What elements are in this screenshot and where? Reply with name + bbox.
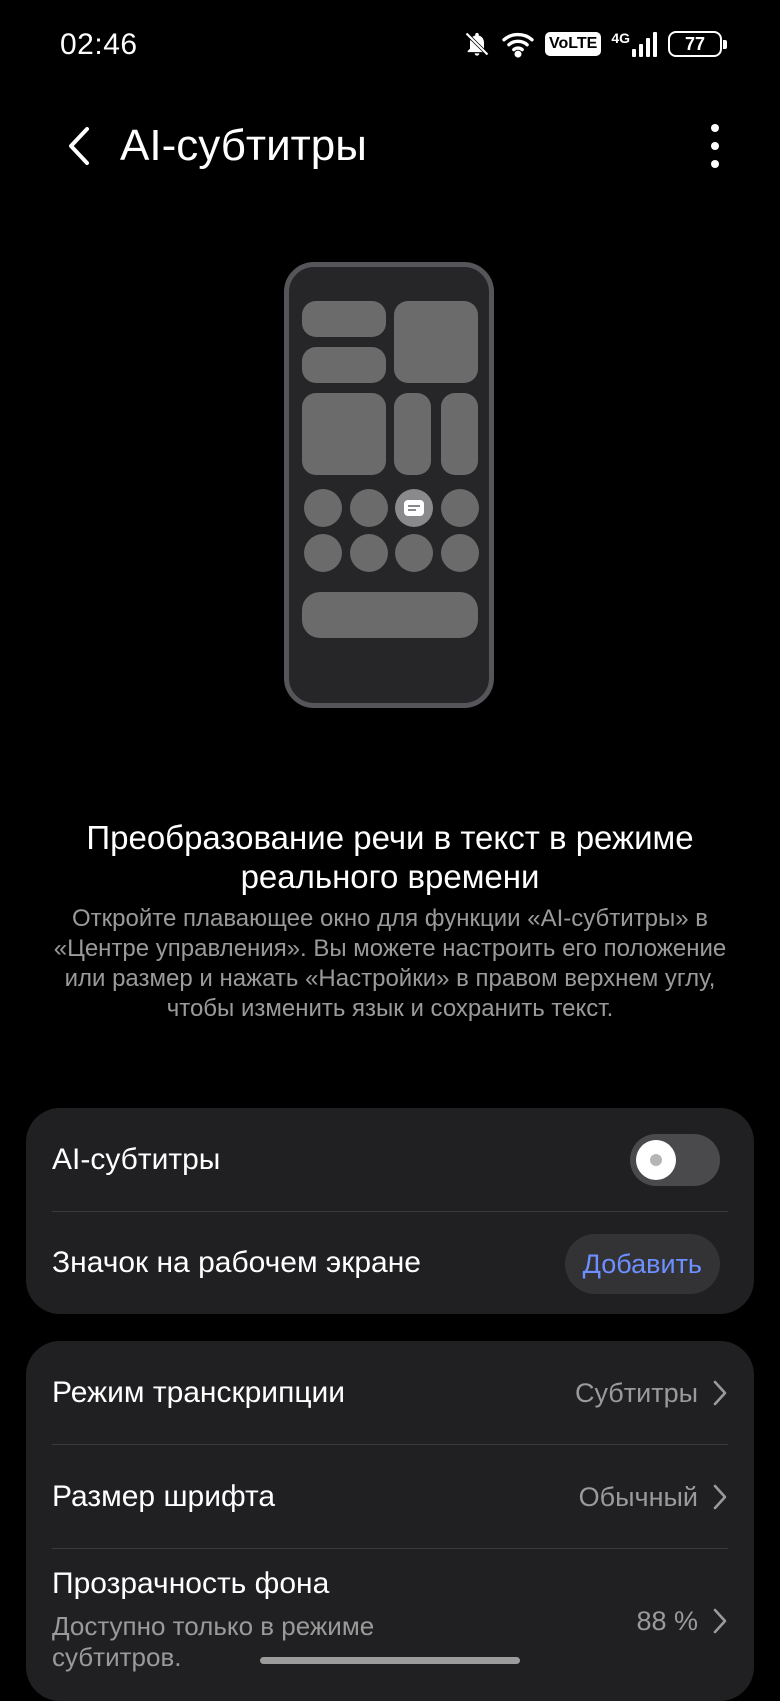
background-opacity-label: Прозрачность фона <box>52 1567 330 1600</box>
transcription-mode-label: Режим транскрипции <box>52 1376 346 1409</box>
home-shortcut-label: Значок на рабочем экране <box>52 1246 421 1279</box>
transcription-mode-value-text: Субтитры <box>574 1377 698 1408</box>
bell-off-icon <box>463 30 491 58</box>
subtitles-icon <box>395 489 433 527</box>
wifi-icon <box>501 30 535 58</box>
illustration-tile <box>302 592 478 638</box>
illustration-dot <box>350 489 388 527</box>
illustration-dot <box>441 489 479 527</box>
settings-card-main: AI-субтитры Значок на рабочем экране Доб… <box>26 1108 754 1314</box>
illustration-dot <box>304 489 342 527</box>
control-center-illustration <box>284 262 494 708</box>
toggle-knob <box>636 1140 676 1180</box>
home-indicator[interactable] <box>260 1657 520 1664</box>
illustration-tile <box>394 301 478 383</box>
chevron-right-icon <box>713 1608 727 1634</box>
settings-card-display: Режим транскрипции Субтитры Размер шрифт… <box>26 1341 754 1701</box>
status-time: 02:46 <box>60 28 138 61</box>
chevron-left-icon <box>69 127 89 165</box>
divider <box>52 1548 728 1549</box>
ai-subtitles-toggle-row[interactable]: AI-субтитры <box>52 1108 728 1212</box>
illustration-dot <box>441 534 479 572</box>
illustration-tile <box>441 393 478 475</box>
more-options-button[interactable] <box>700 118 730 174</box>
background-opacity-value-text: 88 % <box>636 1605 698 1636</box>
illustration-dot <box>395 534 433 572</box>
back-button[interactable] <box>56 118 100 174</box>
transcription-mode-value[interactable]: Субтитры <box>575 1341 728 1445</box>
illustration-tile <box>302 301 386 337</box>
chevron-right-icon <box>713 1380 727 1406</box>
more-vertical-icon <box>711 124 719 168</box>
background-opacity-value[interactable]: 88 % <box>636 1569 728 1673</box>
font-size-value[interactable]: Обычный <box>579 1445 728 1549</box>
font-size-value-text: Обычный <box>578 1481 698 1512</box>
status-icons: VoLTE 4G 77 <box>463 30 727 58</box>
volte-badge: VoLTE <box>545 32 602 56</box>
ai-subtitles-toggle[interactable] <box>630 1134 720 1186</box>
illustration-dot <box>350 534 388 572</box>
battery-indicator: 77 <box>668 31 727 57</box>
signal-icon: 4G <box>611 31 658 57</box>
illustration-tile <box>302 347 386 383</box>
illustration-dot <box>304 534 342 572</box>
ai-subtitles-label: AI-субтитры <box>52 1143 221 1176</box>
font-size-label: Размер шрифта <box>52 1480 276 1513</box>
illustration-tile <box>394 393 431 475</box>
network-type: 4G <box>611 30 630 46</box>
add-shortcut-button[interactable]: Добавить <box>564 1234 720 1294</box>
page-title: AI-субтитры <box>120 121 367 170</box>
illustration-tile <box>302 393 386 475</box>
intro-description: Откройте плавающее окно для функции «AI-… <box>53 905 727 1022</box>
intro-heading: Преобразование речи в текст в режиме реа… <box>86 819 694 895</box>
chevron-right-icon <box>713 1484 727 1510</box>
